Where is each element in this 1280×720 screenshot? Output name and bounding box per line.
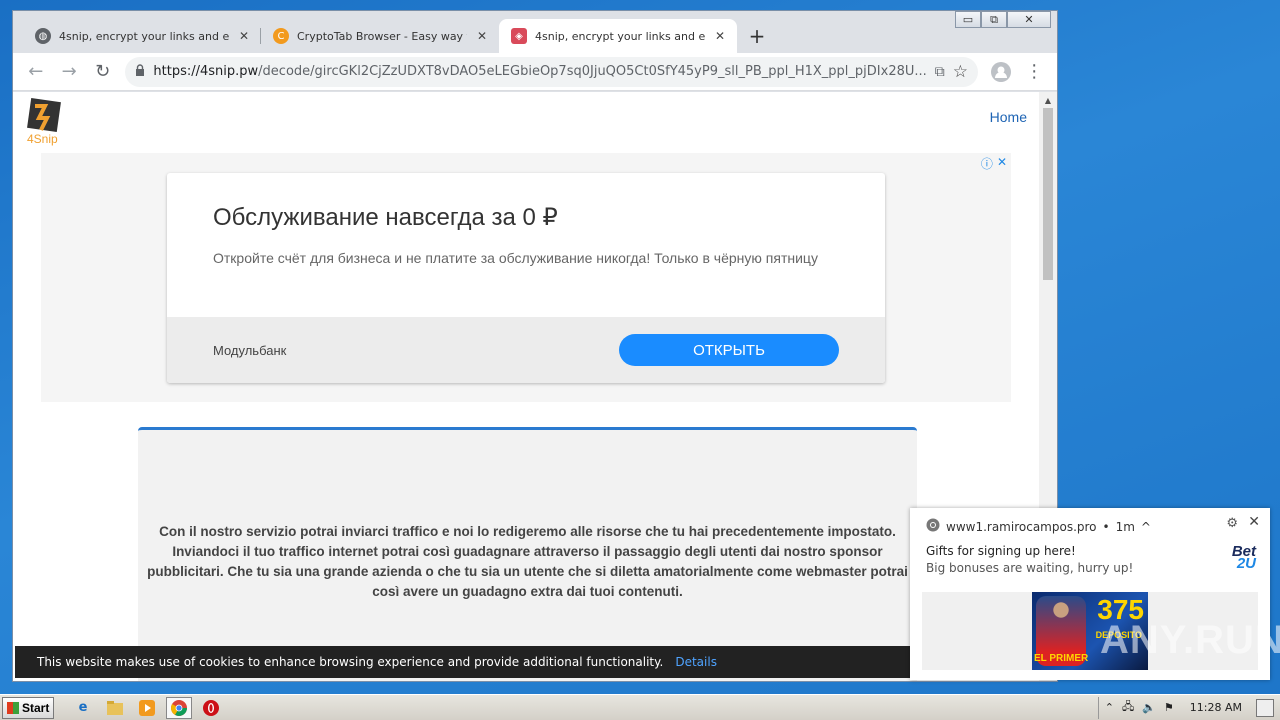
ie-icon[interactable]: e (70, 697, 96, 719)
push-notification[interactable]: www1.ramirocampos.pro • 1m ^ ⚙ ✕ Gifts f… (910, 508, 1280, 680)
notification-body: Big bonuses are waiting, hurry up! (926, 561, 1134, 575)
content-panel: Con il nostro servizio potrai inviarci t… (138, 427, 917, 681)
profile-icon[interactable] (986, 58, 1015, 86)
notification-close-icon[interactable]: ✕ (1248, 514, 1260, 530)
browser-window: ▭ ⧉ ✕ ◍ 4snip, encrypt your links and ea… (12, 10, 1058, 682)
opera-icon[interactable] (198, 697, 224, 719)
scroll-up-icon[interactable]: ▲ (1039, 92, 1057, 108)
globe-icon: ◍ (35, 28, 51, 44)
notification-header: www1.ramirocampos.pro • 1m ^ (926, 518, 1151, 535)
url-host: https://4snip.pw (153, 64, 259, 79)
watermark: ANY.RUN (1100, 618, 1280, 662)
close-window-button[interactable]: ✕ (1007, 11, 1051, 28)
settings-gear-icon[interactable]: ⚙ (1226, 516, 1238, 531)
close-icon[interactable]: ✕ (997, 155, 1007, 172)
star-icon[interactable]: ☆ (953, 62, 968, 82)
forward-icon[interactable]: → (54, 58, 83, 86)
network-icon[interactable]: 🖧 (1122, 698, 1134, 717)
tab-4snip-active[interactable]: ◈ 4snip, encrypt your links and earn m ✕ (499, 19, 737, 53)
cryptotab-icon: C (273, 28, 289, 44)
chrome-taskbar-icon[interactable] (166, 696, 192, 719)
tab-title: 4snip, encrypt your links and earn m (59, 29, 229, 43)
expand-caret-icon[interactable]: ^ (1141, 520, 1151, 534)
window-controls: ▭ ⧉ ✕ (955, 11, 1051, 28)
notification-title: Gifts for signing up here! (926, 544, 1076, 558)
ad-brand: Модульбанк (213, 343, 287, 358)
content-text: Con il nostro servizio potrai inviarci t… (147, 524, 908, 599)
tab-title: 4snip, encrypt your links and earn m (535, 29, 705, 43)
windows-flag-icon (7, 701, 19, 714)
cookie-text: This website makes use of cookies to enh… (37, 655, 664, 669)
chrome-icon (926, 518, 940, 535)
translate-icon[interactable]: ⧉ (935, 64, 945, 80)
home-link[interactable]: Home (990, 109, 1027, 125)
tab-close-icon[interactable]: ✕ (475, 29, 489, 43)
browser-toolbar: ← → ↻ https://4snip.pw/decode/gircGKl2Cj… (13, 53, 1057, 91)
notification-image-area: 375 DEPOSITO EL PRIMER ANY.RUN (922, 592, 1280, 670)
taskbar: Start e ⌃ 🖧 🔈 ⚑ 11:28 AM (0, 694, 1280, 720)
tab-4snip-1[interactable]: ◍ 4snip, encrypt your links and earn m ✕ (23, 19, 261, 53)
4snip-icon: ◈ (511, 28, 527, 44)
bet2u-logo: Bet 2U (1232, 544, 1256, 571)
ad-footer: Модульбанк ОТКРЫТЬ (167, 317, 885, 383)
notification-source: www1.ramirocampos.pro (946, 519, 1097, 534)
page-viewport: 4Snip Home ⓘ ✕ Обслуживание навсегда за … (13, 92, 1041, 681)
start-button[interactable]: Start (2, 696, 54, 719)
action-center-flag-icon[interactable]: ⚑ (1164, 701, 1174, 714)
show-desktop-button[interactable] (1256, 698, 1274, 717)
info-icon[interactable]: ⓘ (981, 155, 993, 172)
tab-title: CryptoTab Browser - Easy way for B (297, 29, 467, 43)
quick-launch: e (70, 696, 224, 719)
explorer-folder-icon[interactable] (102, 697, 128, 719)
start-label: Start (22, 700, 50, 715)
tab-close-icon[interactable]: ✕ (713, 29, 727, 43)
volume-icon[interactable]: 🔈 (1142, 701, 1156, 714)
url-text[interactable]: https://4snip.pw/decode/gircGKl2CjZzUDXT… (153, 64, 926, 79)
url-path: /decode/gircGKl2CjZzUDXT8vDAO5eLEGbieOp7… (258, 64, 927, 79)
ad-description: Откройте счёт для бизнеса и не платите з… (213, 250, 818, 266)
tray-arrow-icon[interactable]: ⌃ (1105, 701, 1114, 714)
address-bar[interactable]: https://4snip.pw/decode/gircGKl2CjZzUDXT… (125, 56, 979, 87)
restore-button[interactable]: ⧉ (981, 11, 1007, 28)
ad-open-button[interactable]: ОТКРЫТЬ (619, 334, 839, 366)
minimize-button[interactable]: ▭ (955, 11, 981, 28)
tab-close-icon[interactable]: ✕ (237, 29, 251, 43)
lock-icon (135, 63, 145, 80)
system-tray: ⌃ 🖧 🔈 ⚑ 11:28 AM (1097, 696, 1280, 719)
promo-bottom: EL PRIMER (1034, 653, 1089, 664)
tab-cryptotab[interactable]: C CryptoTab Browser - Easy way for B ✕ (261, 19, 499, 53)
menu-icon[interactable]: ⋮ (1020, 58, 1049, 86)
logo-text: 4Snip (27, 132, 58, 146)
back-icon[interactable]: ← (21, 58, 50, 86)
reload-icon[interactable]: ↻ (88, 58, 117, 86)
cookie-details-link[interactable]: Details (675, 655, 717, 669)
ad-title: Обслуживание навсегда за 0 ₽ (213, 204, 558, 231)
ad-choices[interactable]: ⓘ ✕ (981, 155, 1007, 172)
media-player-icon[interactable] (134, 697, 160, 719)
new-tab-button[interactable]: + (743, 22, 771, 50)
scroll-thumb[interactable] (1043, 108, 1053, 280)
ad-card[interactable]: Обслуживание навсегда за 0 ₽ Откройте сч… (167, 173, 885, 383)
clock[interactable]: 11:28 AM (1190, 701, 1242, 714)
ad-container: ⓘ ✕ Обслуживание навсегда за 0 ₽ Откройт… (41, 153, 1011, 402)
notification-time: 1m (1115, 519, 1135, 534)
notification-dot: • (1102, 519, 1110, 534)
cookie-banner: This website makes use of cookies to enh… (15, 646, 1015, 678)
tab-strip: ◍ 4snip, encrypt your links and earn m ✕… (13, 19, 1057, 53)
